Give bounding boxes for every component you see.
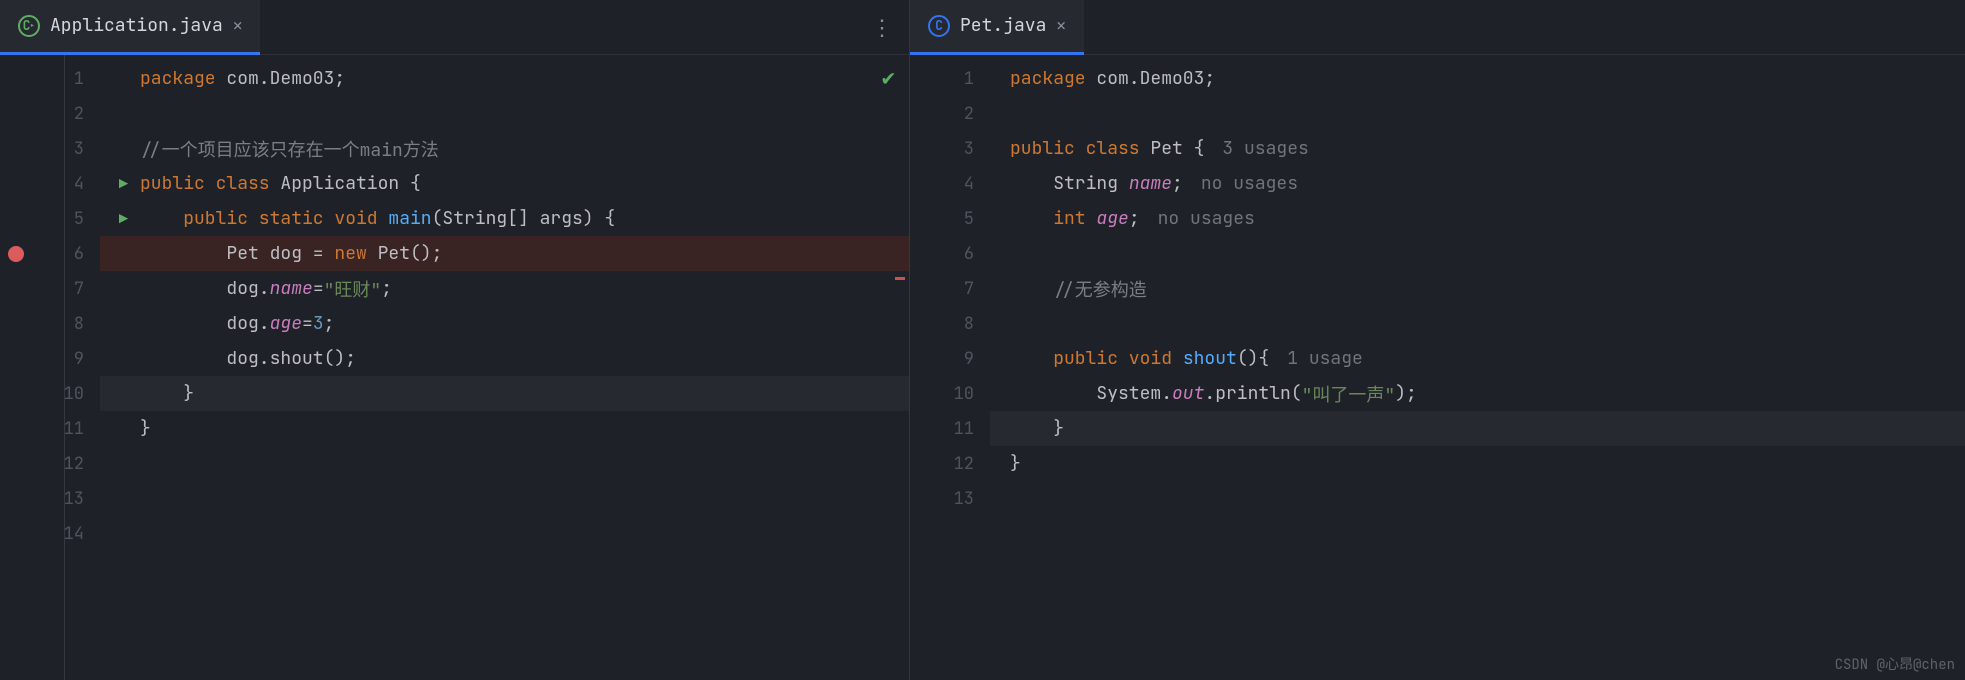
code-area-right[interactable]: package com.Demo03; public class Pet {3 u…	[990, 55, 1965, 680]
line-number[interactable]: 1	[910, 61, 990, 96]
tab-pet-java[interactable]: C Pet.java ✕	[910, 0, 1084, 55]
line-number[interactable]: 8	[0, 306, 100, 341]
code-area-left[interactable]: ✔ package com.Demo03;//一个项目应该只存在一个main方法…	[100, 55, 909, 680]
line-number[interactable]: 3	[0, 131, 100, 166]
watermark-text: CSDN @心昂@chen	[1835, 654, 1955, 674]
code-line[interactable]	[140, 481, 909, 516]
line-number[interactable]: 13	[0, 481, 100, 516]
code-line[interactable]: }	[140, 411, 909, 446]
line-number[interactable]: 6	[910, 236, 990, 271]
line-number[interactable]: 1	[0, 61, 100, 96]
code-line[interactable]: dog.shout();	[140, 341, 909, 376]
code-line[interactable]	[1010, 481, 1965, 516]
code-line[interactable]: //一个项目应该只存在一个main方法	[140, 131, 909, 166]
class-icon: C	[928, 15, 950, 37]
code-line[interactable]: package com.Demo03;	[140, 61, 909, 96]
editor-pane-left: C▸ Application.java ✕ ⋮ 1234▶5▶678910111…	[0, 0, 910, 680]
code-editor-left[interactable]: 1234▶5▶67891011121314 ✔ package com.Demo…	[0, 55, 909, 680]
breakpoint-icon[interactable]	[8, 246, 24, 262]
code-line[interactable]	[140, 446, 909, 481]
gutter-left[interactable]: 1234▶5▶67891011121314	[0, 55, 100, 680]
line-number[interactable]: 12	[910, 446, 990, 481]
tab-filename: Application.java	[50, 14, 223, 37]
code-line[interactable]: //无参构造	[1010, 271, 1965, 306]
code-line[interactable]: public void shout(){1 usage	[1010, 341, 1965, 376]
code-line[interactable]: package com.Demo03;	[1010, 61, 1965, 96]
code-line[interactable]	[1010, 306, 1965, 341]
line-number[interactable]: 9	[0, 341, 100, 376]
code-line[interactable]: }	[1010, 446, 1965, 481]
code-line[interactable]	[140, 516, 909, 551]
code-line[interactable]: dog.age=3;	[140, 306, 909, 341]
line-number[interactable]: 9	[910, 341, 990, 376]
line-number[interactable]: 6	[0, 236, 100, 271]
line-number[interactable]: 2	[0, 96, 100, 131]
tab-application-java[interactable]: C▸ Application.java ✕	[0, 0, 260, 55]
gutter-right[interactable]: 12345678910111213	[910, 55, 990, 680]
code-line[interactable]	[1010, 96, 1965, 131]
line-number[interactable]: 10	[0, 376, 100, 411]
code-line[interactable]	[140, 96, 909, 131]
line-number[interactable]: 5	[910, 201, 990, 236]
line-number[interactable]: 8	[910, 306, 990, 341]
code-line[interactable]	[1010, 236, 1965, 271]
line-number[interactable]: 12	[0, 446, 100, 481]
code-line[interactable]: Pet dog = new Pet();	[140, 236, 909, 271]
code-line[interactable]: String name;no usages	[1010, 166, 1965, 201]
tab-bar-left: C▸ Application.java ✕ ⋮	[0, 0, 909, 55]
code-line[interactable]: public class Application {	[140, 166, 909, 201]
line-number[interactable]: 4	[910, 166, 990, 201]
code-line[interactable]: int age;no usages	[1010, 201, 1965, 236]
close-icon[interactable]: ✕	[1056, 15, 1066, 36]
code-editor-right[interactable]: 12345678910111213 package com.Demo03;pub…	[910, 55, 1965, 680]
line-number[interactable]: 14	[0, 516, 100, 551]
line-number[interactable]: 7	[0, 271, 100, 306]
tab-menu-icon[interactable]: ⋮	[871, 0, 891, 55]
code-line[interactable]: }	[140, 376, 909, 411]
code-line[interactable]: public class Pet {3 usages	[1010, 131, 1965, 166]
code-line[interactable]: dog.name="旺财";	[140, 271, 909, 306]
line-number[interactable]: 5▶	[0, 201, 100, 236]
line-number[interactable]: 10	[910, 376, 990, 411]
line-number[interactable]: 3	[910, 131, 990, 166]
line-number[interactable]: 7	[910, 271, 990, 306]
line-number[interactable]: 11	[0, 411, 100, 446]
close-icon[interactable]: ✕	[233, 15, 243, 36]
line-number[interactable]: 11	[910, 411, 990, 446]
code-line[interactable]: System.out.println("叫了一声");	[1010, 376, 1965, 411]
class-icon: C▸	[18, 15, 40, 37]
line-number[interactable]: 13	[910, 481, 990, 516]
line-number[interactable]: 4▶	[0, 166, 100, 201]
tab-filename: Pet.java	[960, 14, 1046, 37]
line-number[interactable]: 2	[910, 96, 990, 131]
editor-pane-right: C Pet.java ✕ 12345678910111213 package c…	[910, 0, 1965, 680]
code-line[interactable]: public static void main(String[] args) {	[140, 201, 909, 236]
code-line[interactable]: }	[1010, 411, 1965, 446]
tab-bar-right: C Pet.java ✕	[910, 0, 1965, 55]
